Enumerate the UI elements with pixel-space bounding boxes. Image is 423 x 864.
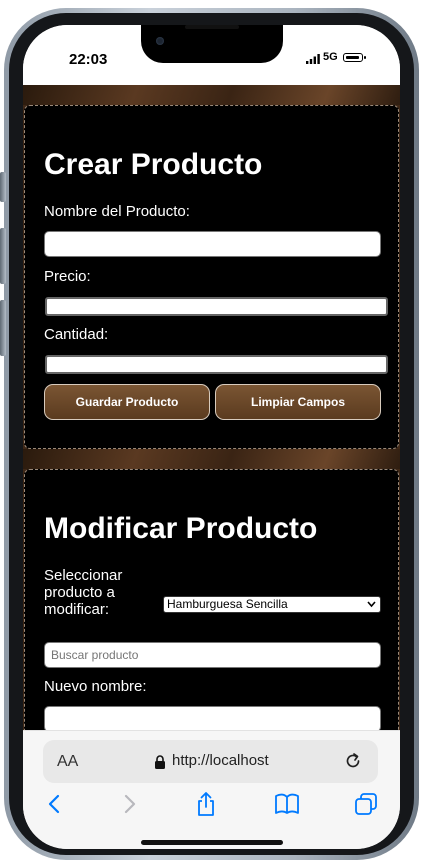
price-label: Precio: <box>44 268 91 285</box>
price-field[interactable] <box>45 297 388 316</box>
safari-toolbar: AA http://localhost <box>23 730 400 849</box>
separator-band <box>23 449 400 469</box>
modificar-producto-card: Modificar Producto Seleccionar producto … <box>24 469 399 730</box>
signal-icon <box>306 54 320 64</box>
search-product-input[interactable] <box>44 642 381 668</box>
speaker-grill <box>185 25 239 29</box>
chevron-down-icon <box>367 601 376 608</box>
address-bar[interactable]: AA http://localhost <box>43 740 378 783</box>
share-icon[interactable] <box>193 791 219 817</box>
forward-icon[interactable] <box>116 791 142 817</box>
product-name-field[interactable] <box>44 231 381 257</box>
product-select[interactable]: Hamburguesa Sencilla <box>163 596 381 613</box>
header-band <box>23 85 400 105</box>
text-size-button[interactable]: AA <box>57 753 78 771</box>
back-icon[interactable] <box>42 791 68 817</box>
crear-producto-card: Crear Producto Nombre del Producto: Prec… <box>24 105 399 449</box>
lock-icon <box>155 755 165 769</box>
new-name-label: Nuevo nombre: <box>44 678 147 695</box>
new-name-field[interactable] <box>44 706 381 730</box>
front-camera-icon <box>156 37 164 45</box>
reload-icon[interactable] <box>343 751 363 771</box>
select-product-label: Seleccionar producto a modificar: <box>44 567 123 618</box>
save-product-button[interactable]: Guardar Producto <box>44 384 210 420</box>
camera-notch <box>141 25 283 63</box>
product-name-label: Nombre del Producto: <box>44 203 190 220</box>
web-page[interactable]: Crear Producto Nombre del Producto: Prec… <box>23 85 400 730</box>
quantity-field[interactable] <box>45 355 388 374</box>
status-time: 22:03 <box>69 51 108 68</box>
bookmarks-icon[interactable] <box>274 791 300 817</box>
volume-down-button <box>0 300 6 356</box>
modificar-title: Modificar Producto <box>44 512 318 545</box>
volume-up-button <box>0 228 6 284</box>
clear-fields-button[interactable]: Limpiar Campos <box>215 384 381 420</box>
tabs-icon[interactable] <box>353 791 379 817</box>
mute-switch <box>0 172 6 202</box>
crear-title: Crear Producto <box>44 148 263 181</box>
network-label: 5G <box>323 51 338 63</box>
selected-product: Hamburguesa Sencilla <box>167 597 288 611</box>
phone-screen: 22:03 5G Crear Producto Nombre del Produ… <box>23 25 400 849</box>
url-text[interactable]: http://localhost <box>172 752 269 769</box>
home-indicator <box>141 840 283 845</box>
quantity-label: Cantidad: <box>44 326 109 343</box>
battery-icon <box>343 53 366 62</box>
